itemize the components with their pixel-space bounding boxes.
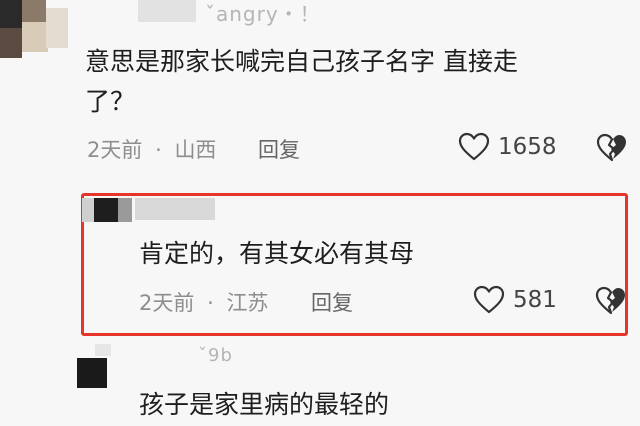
comment-text: 孩子是家里病的最轻的	[139, 390, 390, 419]
comment-meta: 2天前 · 山西	[87, 134, 216, 164]
heart-outline-icon	[458, 132, 490, 161]
comment-text: 肯定的，有其女必有其母	[139, 239, 415, 268]
username-blurred[interactable]	[135, 198, 215, 220]
separator-dot: ·	[207, 291, 214, 315]
comment-meta: 2天前 · 江苏	[139, 287, 268, 317]
comment-text: 意思是那家长喊完自己孩子名字 直接走	[85, 47, 518, 76]
like-button[interactable]: 1658	[458, 132, 557, 162]
timestamp: 2天前	[87, 138, 143, 162]
separator-dot: ·	[155, 138, 162, 162]
username[interactable]: ˇangry・！	[205, 0, 321, 27]
location: 江苏	[226, 291, 269, 315]
comment-text-cont: 了？	[85, 87, 136, 116]
timestamp: 2天前	[139, 291, 195, 315]
location: 山西	[174, 138, 217, 162]
reply-button[interactable]: 回复	[258, 134, 300, 164]
avatar[interactable]	[82, 198, 132, 222]
broken-heart-icon[interactable]	[596, 133, 628, 163]
username[interactable]: ˇ9b	[198, 345, 233, 366]
username-blurred[interactable]	[138, 0, 196, 22]
broken-heart-icon[interactable]	[595, 286, 627, 316]
reply-button[interactable]: 回复	[311, 287, 353, 317]
avatar[interactable]	[0, 0, 70, 60]
like-button[interactable]: 581	[473, 285, 557, 315]
avatar[interactable]	[77, 344, 111, 392]
heart-outline-icon	[473, 285, 505, 314]
like-count: 1658	[498, 134, 557, 160]
like-count: 581	[513, 287, 557, 313]
